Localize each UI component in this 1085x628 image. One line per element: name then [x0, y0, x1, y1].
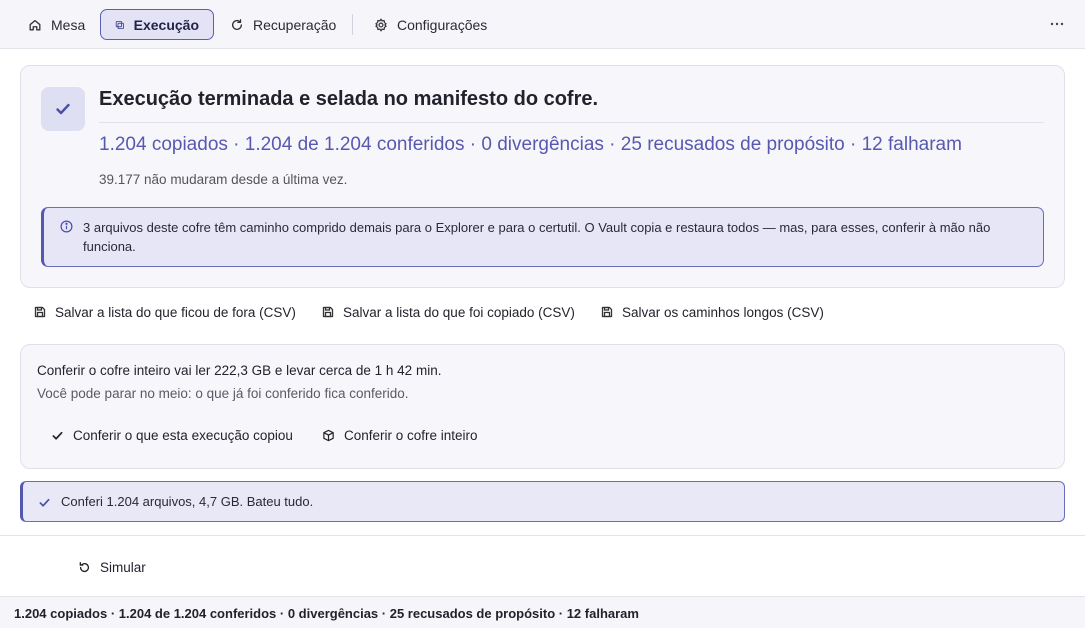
button-label: Salvar os caminhos longos (CSV): [622, 304, 824, 320]
box-icon: [323, 429, 334, 441]
check-icon: [39, 498, 50, 507]
tab-recuperacao[interactable]: Recuperação: [216, 9, 350, 40]
tab-label: Execução: [133, 16, 199, 33]
save-excluded-csv-button[interactable]: Salvar a lista do que ficou de fora (CSV…: [30, 300, 300, 324]
save-icon: [601, 306, 613, 318]
copy-icon: [115, 20, 124, 29]
tab-label: Recuperação: [253, 16, 337, 33]
button-label: Conferir o cofre inteiro: [344, 427, 478, 443]
verify-vault-button[interactable]: Conferir o cofre inteiro: [318, 423, 482, 447]
execution-result-card: Execução terminada e selada no manifesto…: [20, 65, 1065, 288]
tab-execucao[interactable]: Execução: [100, 9, 214, 40]
button-label: Salvar a lista do que foi copiado (CSV): [343, 304, 575, 320]
check-icon: [52, 431, 63, 440]
settings-icon: [375, 17, 387, 32]
success-text: Conferi 1.204 arquivos, 4,7 GB. Bateu tu…: [61, 494, 314, 509]
status-bar: 1.204 copiados · 1.204 de 1.204 conferid…: [0, 596, 1085, 628]
button-label: Salvar a lista do que ficou de fora (CSV…: [55, 304, 296, 320]
verify-card: Conferir o cofre inteiro vai ler 222,3 G…: [20, 344, 1065, 469]
more-horizontal-icon: [1050, 22, 1064, 26]
button-label: Conferir o que esta execução copiou: [73, 427, 293, 443]
home-icon: [29, 19, 41, 30]
verify-run-button[interactable]: Conferir o que esta execução copiou: [47, 423, 297, 447]
divider: [0, 535, 1085, 536]
tab-mesa[interactable]: Mesa: [14, 9, 99, 40]
button-label: Simular: [100, 559, 146, 575]
save-long-paths-csv-button[interactable]: Salvar os caminhos longos (CSV): [597, 300, 828, 324]
save-icon: [322, 306, 334, 318]
result-title: Execução terminada e selada no manifesto…: [99, 88, 599, 110]
verify-hint: Você pode parar no meio: o que já foi co…: [37, 386, 409, 401]
tab-label: Mesa: [51, 16, 86, 33]
reset-icon: [79, 561, 89, 572]
top-navigation: Mesa Execução Recuperação Configurações: [0, 0, 1085, 49]
save-icon: [34, 306, 46, 318]
more-options-button[interactable]: [1047, 14, 1067, 34]
result-summary: 1.204 copiados · 1.204 de 1.204 conferid…: [99, 134, 962, 155]
refresh-icon: [231, 18, 243, 30]
tab-label: Configurações: [397, 16, 488, 33]
status-text: 1.204 copiados · 1.204 de 1.204 conferid…: [14, 606, 639, 621]
check-icon: [56, 103, 70, 115]
success-badge: [41, 87, 85, 131]
info-icon: [60, 220, 73, 233]
long-path-notice: 3 arquivos deste cofre têm caminho compr…: [41, 207, 1044, 267]
divider: [99, 122, 1044, 123]
verify-estimate: Conferir o cofre inteiro vai ler 222,3 G…: [37, 363, 442, 378]
verify-success-message: Conferi 1.204 arquivos, 4,7 GB. Bateu tu…: [20, 481, 1065, 522]
save-copied-csv-button[interactable]: Salvar a lista do que foi copiado (CSV): [318, 300, 579, 324]
notice-text: 3 arquivos deste cofre têm caminho compr…: [83, 220, 991, 254]
tab-configuracoes[interactable]: Configurações: [360, 9, 501, 40]
unchanged-count: 39.177 não mudaram desde a última vez.: [99, 172, 348, 187]
tab-separator: [352, 14, 353, 35]
simulate-button[interactable]: Simular: [74, 555, 150, 579]
